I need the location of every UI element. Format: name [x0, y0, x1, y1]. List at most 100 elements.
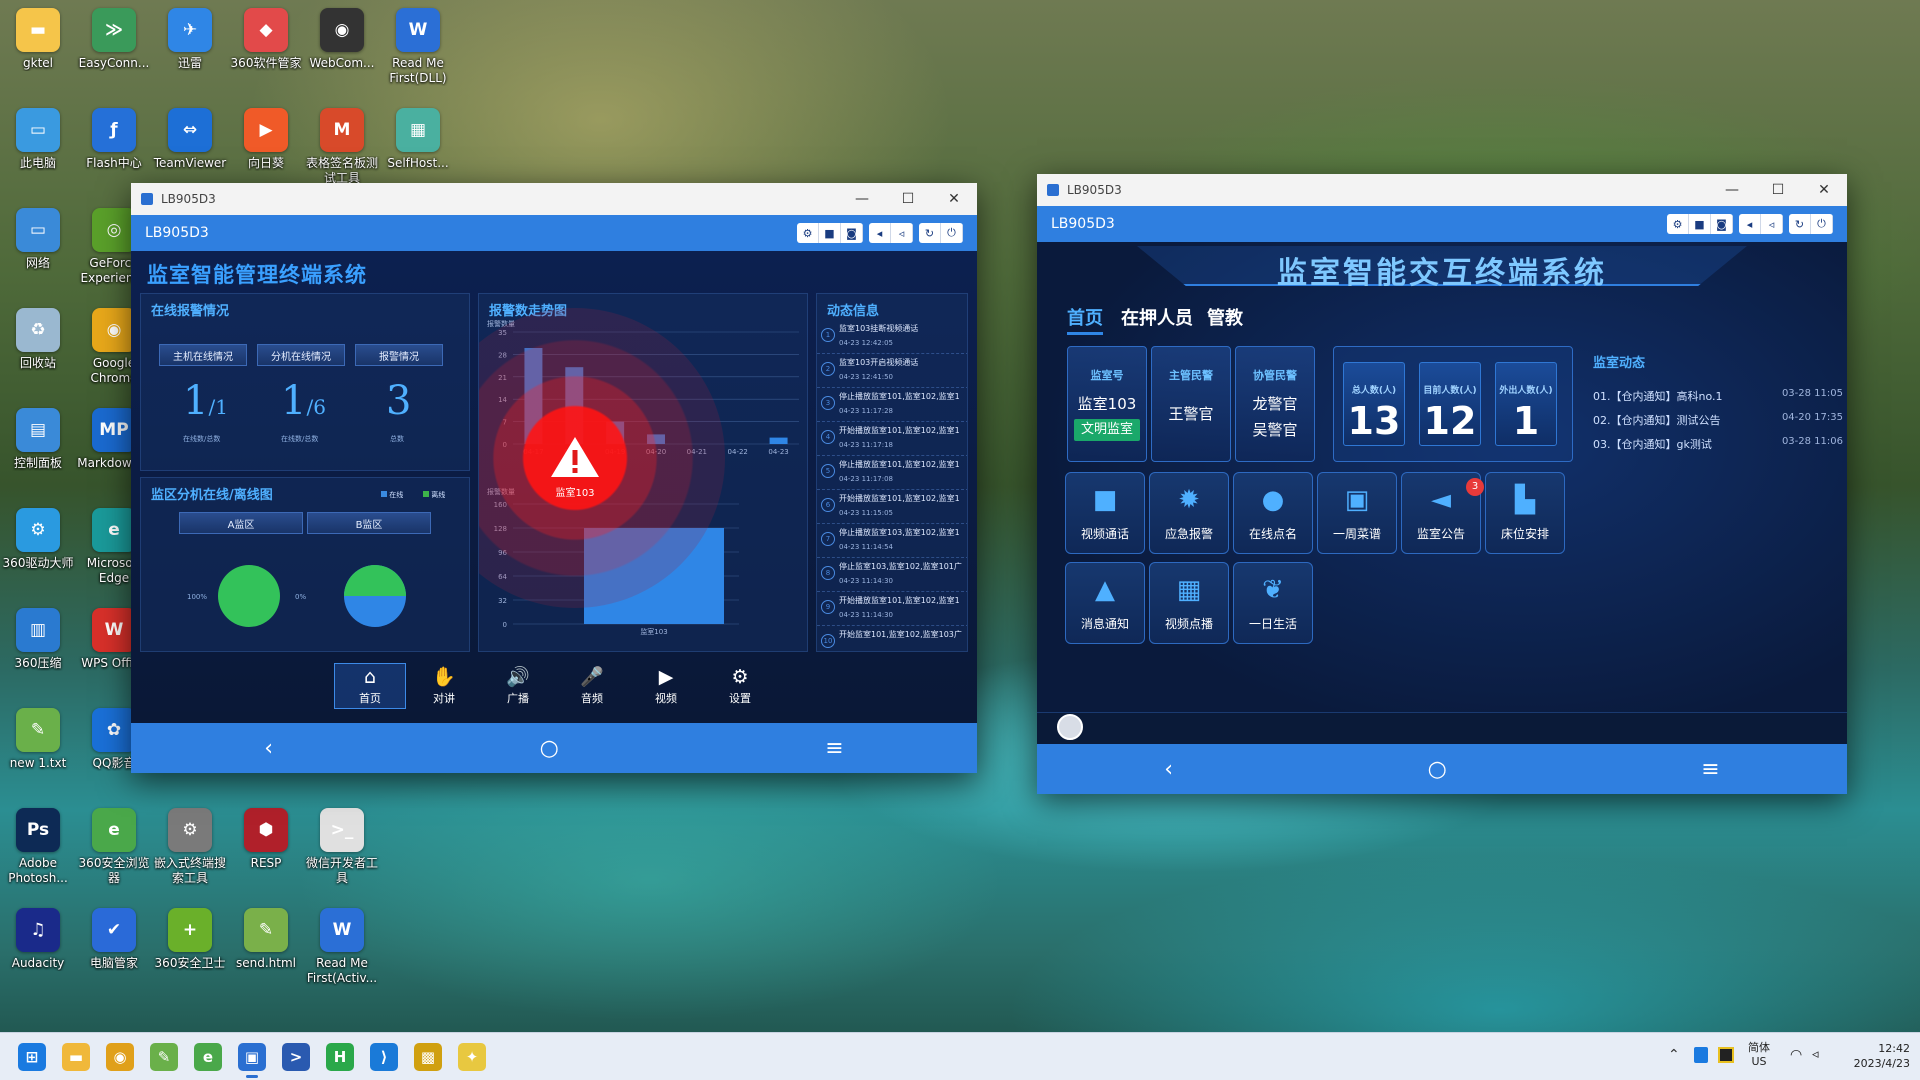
maximize-button[interactable]: ☐ — [885, 183, 931, 215]
ime-indicator[interactable]: 简体 US — [1744, 1041, 1774, 1069]
desktop-icon[interactable]: ♻ 回收站 — [0, 308, 78, 371]
desktop-icon[interactable]: W Read Me First(DLL) — [378, 8, 458, 86]
title-bar[interactable]: LB905D3 — ☐ ✕ — [131, 183, 977, 215]
video-on-demand-button[interactable]: ▦ 视频点播 — [1149, 562, 1229, 644]
toolbar-settings-button[interactable]: ⚙ 设置 — [704, 663, 776, 709]
avatar[interactable] — [1057, 714, 1083, 740]
tray-app-icon[interactable] — [1718, 1047, 1734, 1063]
vscode-icon[interactable]: ⟩ — [370, 1043, 398, 1071]
zone-a-chip[interactable]: A监区 — [179, 512, 303, 534]
desktop-icon[interactable]: e 360安全浏览器 — [74, 808, 154, 886]
minimize-button[interactable]: — — [839, 183, 885, 215]
wifi-icon[interactable]: ◠ — [1790, 1047, 1802, 1063]
desktop-icon[interactable]: ◆ 360软件管家 — [226, 8, 306, 71]
news-item[interactable]: 5 停止播放监室101,监室102,监室1 04-23 11:17:08 — [817, 456, 967, 490]
news-item[interactable]: 8 停止监室103,监室102,监室101广 04-23 11:14:30 — [817, 558, 967, 592]
desktop-icon[interactable]: ▭ 网络 — [0, 208, 78, 271]
desktop-icon[interactable]: ⚙ 360驱动大师 — [0, 508, 78, 571]
news-item[interactable]: 2 监室103开启视频通话 04-23 12:41:50 — [817, 354, 967, 388]
snapshot-icon[interactable]: ◙ — [841, 223, 863, 243]
desktop-icon[interactable]: >_ 微信开发者工具 — [302, 808, 382, 886]
menu-icon[interactable]: ≡ — [825, 736, 843, 761]
desktop-icon[interactable]: ▦ SelfHost... — [378, 108, 458, 171]
news-item[interactable]: 9 开始播放监室101,监室102,监室1 04-23 11:14:30 — [817, 592, 967, 626]
volume-down-icon[interactable]: ◂ — [1739, 214, 1761, 234]
title-bar[interactable]: LB905D3 — ☐ ✕ — [1037, 174, 1847, 206]
daily-life-button[interactable]: ❦ 一日生活 — [1233, 562, 1313, 644]
desktop-icon[interactable]: +360安全卫士 — [150, 908, 230, 971]
volume-icon[interactable]: ◃ — [1812, 1047, 1819, 1062]
close-button[interactable]: ✕ — [931, 183, 977, 215]
toolbar-audio-button[interactable]: 🎤 音频 — [556, 663, 628, 709]
video-call-button[interactable]: ■ 视频通话 — [1065, 472, 1145, 554]
minimize-button[interactable]: — — [1709, 174, 1755, 206]
desktop-icon[interactable]: ◉ WebCom... — [302, 8, 382, 71]
extension-online-chip[interactable]: 分机在线情况 — [257, 344, 345, 366]
tray-chevron-icon[interactable]: ⌃ — [1668, 1047, 1680, 1063]
volume-up-icon[interactable]: ◃ — [891, 223, 913, 243]
hbuilder-icon[interactable]: H — [326, 1043, 354, 1071]
camera-icon[interactable]: ■ — [819, 223, 841, 243]
bed-arrangement-button[interactable]: ▙ 床位安排 — [1485, 472, 1565, 554]
sticky-app-icon[interactable]: ✦ — [458, 1043, 486, 1071]
lb905d3-app-icon[interactable]: ▣ — [238, 1043, 266, 1071]
home-circle-icon[interactable]: ○ — [1428, 757, 1447, 782]
desktop-icon[interactable]: Ps Adobe Photosh... — [0, 808, 78, 886]
weekly-menu-button[interactable]: ▣ 一周菜谱 — [1317, 472, 1397, 554]
pattern-app-icon[interactable]: ▩ — [414, 1043, 442, 1071]
camera-icon[interactable]: ■ — [1689, 214, 1711, 234]
desktop-icon[interactable]: W Read Me First(Activ... — [302, 908, 382, 986]
desktop-icon[interactable]: ✎ send.html — [226, 908, 306, 971]
chrome-icon[interactable]: ◉ — [106, 1043, 134, 1071]
clock[interactable]: 12:42 2023/4/23 — [1830, 1041, 1910, 1071]
alarm-chip[interactable]: 报警情况 — [355, 344, 443, 366]
tab-home[interactable]: 首页 — [1067, 304, 1103, 335]
desktop-icon[interactable]: ▥ 360压缩 — [0, 608, 78, 671]
refresh-icon[interactable]: ↻ — [919, 223, 941, 243]
host-online-chip[interactable]: 主机在线情况 — [159, 344, 247, 366]
notification-button[interactable]: ▲ 消息通知 — [1065, 562, 1145, 644]
news-item[interactable]: 7 停止播放监室103,监室102,监室1 04-23 11:14:54 — [817, 524, 967, 558]
toolbar-video-button[interactable]: ▶ 视频 — [630, 663, 702, 709]
desktop-icon[interactable]: ▶ 向日葵 — [226, 108, 306, 171]
desktop-icon[interactable]: ⇔ TeamViewer — [150, 108, 230, 171]
desktop-icon[interactable]: ✔ 电脑管家 — [74, 908, 154, 971]
tray-bluetooth-icon[interactable] — [1694, 1047, 1708, 1063]
news-item[interactable]: 1 监室103挂断视频通话 04-23 12:42:05 — [817, 320, 967, 354]
room-news-item[interactable]: 03.【仓内通知】gk测试 03-28 11:06 — [1593, 436, 1843, 454]
notepad-icon[interactable]: ✎ — [150, 1043, 178, 1071]
roll-call-button[interactable]: ● 在线点名 — [1233, 472, 1313, 554]
toolbar-intercom-button[interactable]: ✋ 对讲 — [408, 663, 480, 709]
desktop-icon[interactable]: M 表格签名板测试工具 — [302, 108, 382, 186]
news-item[interactable]: 3 停止播放监室101,监室102,监室1 04-23 11:17:28 — [817, 388, 967, 422]
start-icon[interactable]: ⊞ — [18, 1043, 46, 1071]
home-circle-icon[interactable]: ○ — [540, 736, 559, 761]
volume-up-icon[interactable]: ◃ — [1761, 214, 1783, 234]
maximize-button[interactable]: ☐ — [1755, 174, 1801, 206]
news-item[interactable]: 6 开始播放监室101,监室102,监室1 04-23 11:15:05 — [817, 490, 967, 524]
desktop-icon[interactable]: ✈ 迅雷 — [150, 8, 230, 71]
desktop-icon[interactable]: ▬ gktel — [0, 8, 78, 71]
menu-icon[interactable]: ≡ — [1701, 757, 1719, 782]
refresh-icon[interactable]: ↻ — [1789, 214, 1811, 234]
settings-icon[interactable]: ⚙ — [797, 223, 819, 243]
toolbar-home-button[interactable]: ⌂ 首页 — [334, 663, 406, 709]
desktop-icon[interactable]: ≫ EasyConn... — [74, 8, 154, 71]
desktop-icon[interactable]: ⬢ RESP — [226, 808, 306, 871]
desktop-icon[interactable]: ▭ 此电脑 — [0, 108, 78, 171]
settings-icon[interactable]: ⚙ — [1667, 214, 1689, 234]
snapshot-icon[interactable]: ◙ — [1711, 214, 1733, 234]
volume-down-icon[interactable]: ◂ — [869, 223, 891, 243]
desktop-icon[interactable]: ⚙ 嵌入式终端搜索工具 — [150, 808, 230, 886]
file-explorer-icon[interactable]: ▬ — [62, 1043, 90, 1071]
room-news-item[interactable]: 01.【仓内通知】高科no.1 03-28 11:05 — [1593, 388, 1843, 406]
desktop-icon[interactable]: ✎ new 1.txt — [0, 708, 78, 771]
back-icon[interactable]: ‹ — [1164, 757, 1173, 782]
emergency-alarm-button[interactable]: ✹ 应急报警 — [1149, 472, 1229, 554]
powershell-icon[interactable]: > — [282, 1043, 310, 1071]
room-news-item[interactable]: 02.【仓内通知】测试公告 04-20 17:35 — [1593, 412, 1843, 430]
toolbar-broadcast-button[interactable]: 🔊 广播 — [482, 663, 554, 709]
back-icon[interactable]: ‹ — [264, 736, 273, 761]
desktop-icon[interactable]: ƒ Flash中心 — [74, 108, 154, 171]
desktop-icon[interactable]: ♫ Audacity — [0, 908, 78, 971]
